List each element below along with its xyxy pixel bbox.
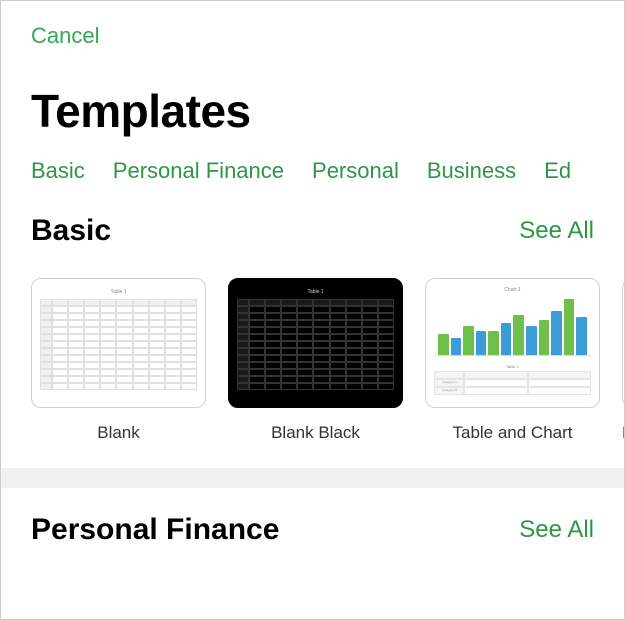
template-label: Table and Chart [425, 423, 600, 443]
template-blank-black[interactable]: Table 1 [228, 278, 403, 443]
section-title-personal-finance: Personal Finance [31, 513, 279, 547]
section-header: Personal Finance See All [31, 513, 624, 547]
see-all-personal-finance[interactable]: See All [519, 516, 594, 544]
template-blank[interactable]: Table 1 [31, 278, 206, 443]
template-thumb-pivot: Pivot T [622, 278, 624, 408]
template-label: Piv [622, 423, 624, 443]
template-pivot[interactable]: Pivot T Piv [622, 278, 624, 443]
cancel-button[interactable]: Cancel [1, 1, 129, 59]
template-thumb-table-and-chart: Chart 1 [425, 278, 600, 408]
see-all-basic[interactable]: See All [519, 217, 594, 245]
tab-education[interactable]: Ed [544, 158, 571, 184]
template-label: Blank Black [228, 423, 403, 443]
template-table-and-chart[interactable]: Chart 1 [425, 278, 600, 443]
page-title: Templates [1, 59, 624, 158]
section-header: Basic See All [31, 214, 624, 248]
section-divider [1, 468, 624, 488]
section-personal-finance: Personal Finance See All [1, 488, 624, 547]
tab-business[interactable]: Business [427, 158, 516, 184]
template-label: Blank [31, 423, 206, 443]
template-row-basic: Table 1 [31, 278, 624, 468]
tab-basic[interactable]: Basic [31, 158, 85, 184]
template-thumb-blank-black: Table 1 [228, 278, 403, 408]
tab-personal[interactable]: Personal [312, 158, 399, 184]
category-tabs: Basic Personal Finance Personal Business… [1, 158, 624, 214]
section-basic: Basic See All Table 1 [1, 214, 624, 468]
section-title-basic: Basic [31, 214, 111, 248]
template-chooser: Cancel Templates Basic Personal Finance … [0, 0, 625, 620]
tab-personal-finance[interactable]: Personal Finance [113, 158, 284, 184]
template-thumb-blank: Table 1 [31, 278, 206, 408]
